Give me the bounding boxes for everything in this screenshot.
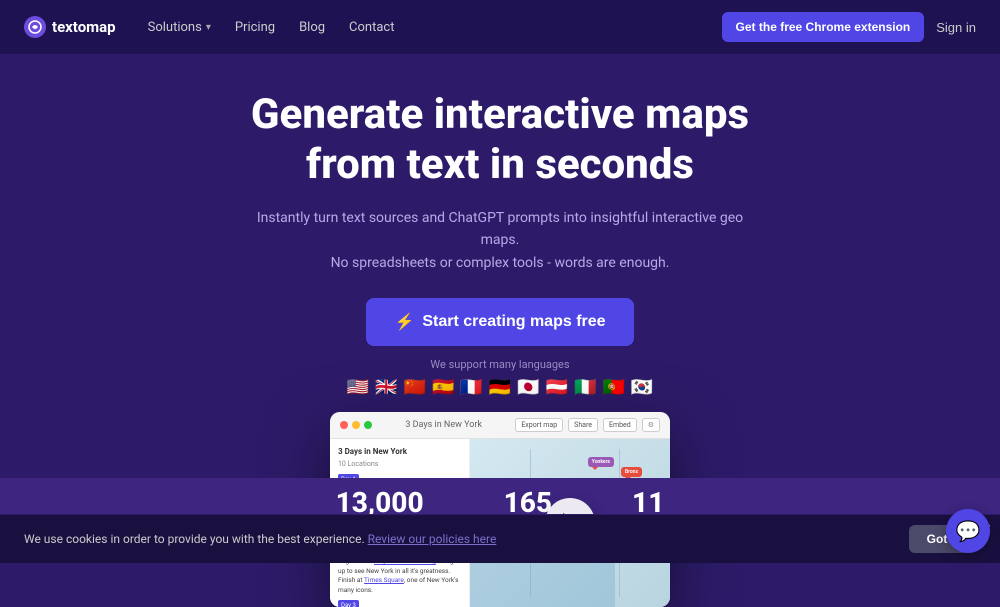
hero-subtitle-line1: Instantly turn text sources and ChatGPT …: [257, 210, 743, 248]
solutions-label: Solutions: [148, 20, 202, 35]
flag-gb: 🇬🇧: [375, 377, 397, 398]
demo-sidebar-subtitle: 10 Locations: [338, 460, 461, 468]
hero-subtitle-line2: No spreadsheets or complex tools - words…: [331, 255, 670, 271]
logo-text: textomap: [52, 18, 116, 36]
logo-icon: [24, 16, 46, 38]
flag-pt: 🇵🇹: [602, 377, 624, 398]
dot-maximize: [364, 421, 372, 429]
cta-icon: ⚡: [394, 312, 414, 332]
map-pin-bronx: Bronx: [621, 467, 642, 477]
demo-sidebar-title: 3 Days in New York: [338, 447, 461, 456]
map-pin-yonkers: Yonkers: [588, 457, 614, 467]
day3-tag: Day 3: [338, 600, 359, 607]
flag-at: 🇦🇹: [546, 377, 568, 398]
demo-day3-block: Day 3 Cruise through Central Park, then …: [338, 600, 461, 607]
hero-subtitle: Instantly turn text sources and ChatGPT …: [250, 207, 750, 274]
start-creating-button[interactable]: ⚡ Start creating maps free: [366, 298, 633, 346]
flag-it: 🇮🇹: [574, 377, 596, 398]
hero-title-line1: Generate interactive maps: [251, 90, 749, 139]
dot-minimize: [352, 421, 360, 429]
navbar: textomap Solutions ▾ Pricing Blog Contac…: [0, 0, 1000, 54]
flag-de: 🇩🇪: [489, 377, 511, 398]
flag-kr: 🇰🇷: [631, 377, 653, 398]
map-water: [470, 562, 615, 607]
chat-icon: 💬: [956, 519, 981, 543]
demo-toolbar-buttons: Export map Share Embed ⚙: [515, 418, 660, 432]
chat-button[interactable]: 💬: [946, 509, 990, 553]
demo-title-bar: 3 Days in New York: [380, 420, 507, 430]
nav-links: Solutions ▾ Pricing Blog Contact: [148, 20, 722, 35]
flag-us: 🇺🇸: [347, 377, 369, 398]
flag-jp: 🇯🇵: [517, 377, 539, 398]
chevron-down-icon: ▾: [206, 22, 211, 33]
cookie-banner: We use cookies in order to provide you w…: [0, 514, 1000, 563]
embed-button[interactable]: Embed: [603, 418, 637, 432]
flag-es: 🇪🇸: [432, 377, 454, 398]
blog-nav-item[interactable]: Blog: [299, 20, 325, 35]
hero-title-line2: from text in seconds: [306, 140, 694, 189]
export-map-button[interactable]: Export map: [515, 418, 563, 432]
settings-button[interactable]: ⚙: [642, 418, 660, 432]
cookie-policy-link[interactable]: Review our policies here: [368, 532, 497, 546]
language-flags: 🇺🇸 🇬🇧 🇨🇳 🇪🇸 🇫🇷 🇩🇪 🇯🇵 🇦🇹 🇮🇹 🇵🇹 🇰🇷: [347, 377, 654, 398]
chrome-extension-button[interactable]: Get the free Chrome extension: [722, 12, 925, 42]
hero-title: Generate interactive maps from text in s…: [251, 90, 749, 191]
signin-button[interactable]: Sign in: [936, 20, 976, 35]
logo[interactable]: textomap: [24, 16, 116, 38]
dot-close: [340, 421, 348, 429]
flag-cn: 🇨🇳: [404, 377, 426, 398]
share-button[interactable]: Share: [568, 418, 598, 432]
contact-nav-item[interactable]: Contact: [349, 20, 394, 35]
nav-right: Get the free Chrome extension Sign in: [722, 12, 976, 42]
demo-header: 3 Days in New York Export map Share Embe…: [330, 412, 670, 439]
window-dots: [340, 421, 372, 429]
solutions-nav-item[interactable]: Solutions ▾: [148, 20, 211, 35]
languages-label: We support many languages: [430, 358, 569, 371]
pricing-nav-item[interactable]: Pricing: [235, 20, 275, 35]
cookie-text: We use cookies in order to provide you w…: [24, 532, 496, 546]
flag-fr: 🇫🇷: [460, 377, 482, 398]
cta-label: Start creating maps free: [422, 313, 605, 331]
cookie-message: We use cookies in order to provide you w…: [24, 532, 365, 546]
